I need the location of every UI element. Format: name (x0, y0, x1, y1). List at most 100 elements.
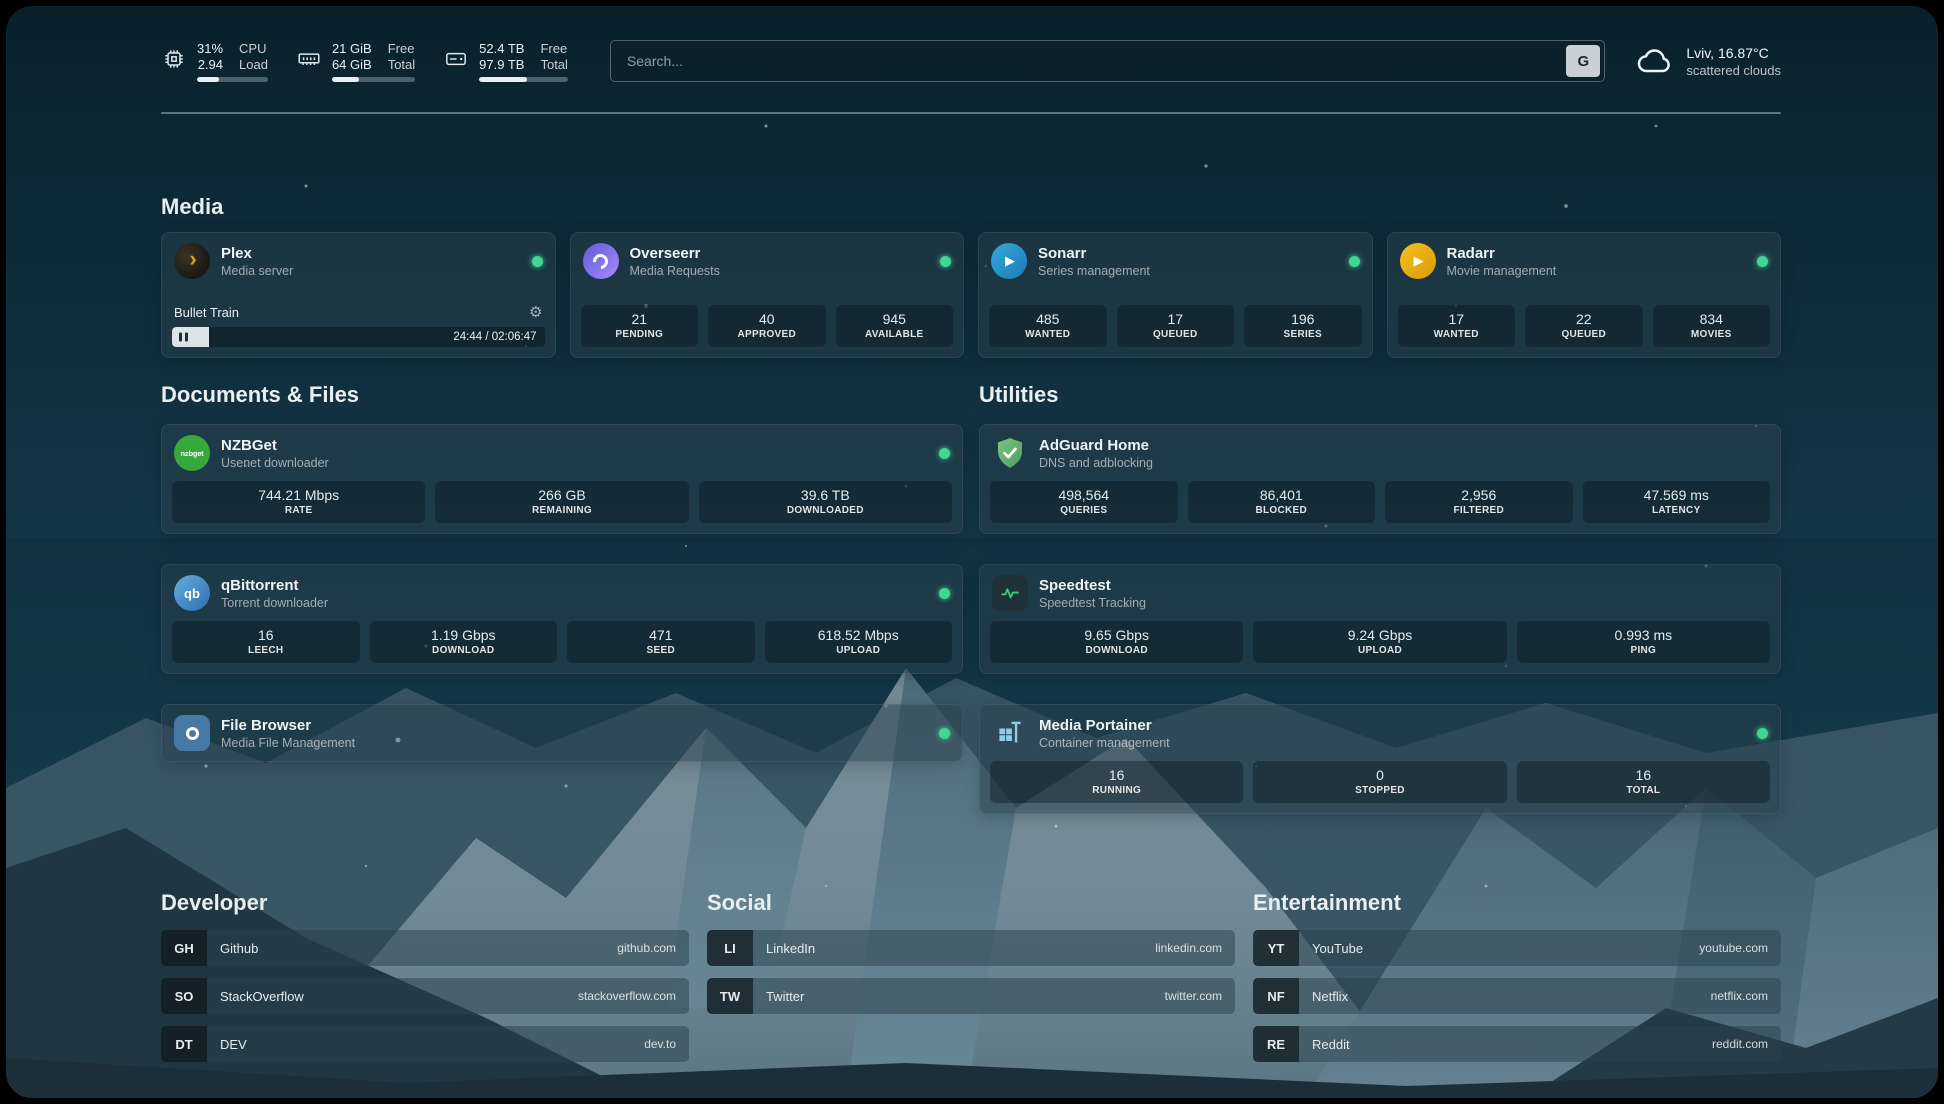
stat-box: 471 SEED (567, 621, 755, 663)
stat-row: 9.65 GbpsDOWNLOAD9.24 GbpsUPLOAD0.993 ms… (990, 621, 1770, 663)
stat-label: AVAILABLE (840, 329, 950, 340)
bookmark-stackoverflow[interactable]: SOStackOverflowstackoverflow.com (161, 978, 689, 1014)
bookmark-reddit[interactable]: RERedditreddit.com (1253, 1026, 1781, 1062)
resource-label: Load (239, 57, 268, 72)
stat-box: 498,564QUERIES (990, 481, 1178, 523)
service-card-nzbget[interactable]: nzbgetNZBGetUsenet downloader744.21 Mbps… (161, 424, 963, 534)
cpu-icon (161, 41, 187, 72)
settings-gear-icon[interactable]: ⚙ (529, 305, 542, 320)
documents-files-cards: nzbgetNZBGetUsenet downloader744.21 Mbps… (161, 424, 963, 762)
search-provider-button[interactable]: G (1566, 45, 1600, 77)
stat-box: 17QUEUED (1117, 305, 1235, 347)
service-subtitle: Speedtest Tracking (1039, 596, 1146, 610)
memory-icon (296, 41, 322, 72)
section-title-media: Media (161, 194, 1781, 220)
dashboard-content: 31%CPU2.94Load21 GiBFree64 GiBTotal52.4 … (161, 6, 1781, 1062)
utilities-cards: AdGuard HomeDNS and adblocking498,564QUE… (979, 424, 1781, 814)
bookmark-url: stackoverflow.com (578, 989, 676, 1003)
stat-label: DOWNLOAD (374, 645, 554, 656)
stat-box: 21PENDING (581, 305, 699, 347)
service-card-overseerr[interactable]: OverseerrMedia Requests21PENDING40APPROV… (570, 232, 965, 358)
service-card-file-browser[interactable]: File BrowserMedia File Management (161, 704, 963, 762)
stat-value: 618.52 Mbps (769, 627, 949, 643)
stat-row: 21PENDING40APPROVED945AVAILABLE (581, 305, 954, 347)
portainer-icon (992, 715, 1028, 751)
service-card-titles: qBittorrentTorrent downloader (221, 576, 328, 610)
service-card-qbittorrent[interactable]: qbqBittorrentTorrent downloader16LEECH1.… (161, 564, 963, 674)
stat-label: UPLOAD (769, 645, 949, 656)
bookmark-name: Reddit (1312, 1037, 1350, 1052)
stat-row: 744.21 MbpsRATE266 GBREMAINING39.6 TBDOW… (172, 481, 952, 523)
bookmark-youtube[interactable]: YTYouTubeyoutube.com (1253, 930, 1781, 966)
stat-label: REMAINING (439, 505, 684, 516)
status-online-dot (1757, 256, 1768, 267)
stat-value: 266 GB (439, 487, 684, 503)
stat-label: PENDING (585, 329, 695, 340)
stat-box: 22QUEUED (1525, 305, 1643, 347)
stat-value: 22 (1529, 311, 1639, 327)
bookmark-netflix[interactable]: NFNetflixnetflix.com (1253, 978, 1781, 1014)
service-card-adguard-home[interactable]: AdGuard HomeDNS and adblocking498,564QUE… (979, 424, 1781, 534)
resource-value: 31% (197, 41, 223, 56)
service-card-media-portainer[interactable]: Media PortainerContainer management16RUN… (979, 704, 1781, 814)
stat-box: 744.21 MbpsRATE (172, 481, 425, 523)
service-card-radarr[interactable]: ▶RadarrMovie management17WANTED22QUEUED8… (1387, 232, 1782, 358)
service-subtitle: DNS and adblocking (1039, 456, 1153, 470)
bookmark-github[interactable]: GHGithubgithub.com (161, 930, 689, 966)
bookmark-name: DEV (220, 1037, 247, 1052)
weather-text: Lviv, 16.87°C scattered clouds (1686, 45, 1781, 78)
stat-value: 485 (993, 311, 1103, 327)
stat-label: QUEUED (1121, 329, 1231, 340)
service-card-sonarr[interactable]: ▶SonarrSeries management485WANTED17QUEUE… (978, 232, 1373, 358)
stat-value: 945 (840, 311, 950, 327)
bookmark-dev[interactable]: DTDEVdev.to (161, 1026, 689, 1062)
search-bar: G (610, 40, 1605, 82)
service-card-header: OverseerrMedia Requests (571, 233, 964, 289)
service-subtitle: Container management (1039, 736, 1170, 750)
stat-box: 16TOTAL (1517, 761, 1770, 803)
stat-label: UPLOAD (1257, 645, 1502, 656)
section-title-utilities: Utilities (979, 382, 1781, 408)
stat-value: 86,401 (1192, 487, 1372, 503)
overseerr-icon (583, 243, 619, 279)
stat-value: 39.6 TB (703, 487, 948, 503)
stat-label: LEECH (176, 645, 356, 656)
stat-value: 9.65 Gbps (994, 627, 1239, 643)
stat-value: 498,564 (994, 487, 1174, 503)
stat-value: 834 (1657, 311, 1767, 327)
topbar-divider (161, 112, 1781, 114)
search-input[interactable] (610, 40, 1605, 82)
stat-value: 0.993 ms (1521, 627, 1766, 643)
stat-value: 2,956 (1389, 487, 1569, 503)
service-subtitle: Media File Management (221, 736, 355, 750)
bookmark-twitter[interactable]: TWTwittertwitter.com (707, 978, 1235, 1014)
resource-usage-fill (197, 77, 219, 82)
resource-value: 97.9 TB (479, 57, 524, 72)
bookmark-linkedin[interactable]: LILinkedInlinkedin.com (707, 930, 1235, 966)
middle-sections: Documents & Files nzbgetNZBGetUsenet dow… (161, 382, 1781, 814)
service-title: Media Portainer (1039, 716, 1170, 736)
bookmark-rows: LILinkedInlinkedin.com TWTwittertwitter.c… (707, 930, 1235, 1014)
stat-label: PING (1521, 645, 1766, 656)
service-card-speedtest[interactable]: SpeedtestSpeedtest Tracking9.65 GbpsDOWN… (979, 564, 1781, 674)
service-card-plex[interactable]: ›PlexMedia serverBullet Train⚙24:44 / 02… (161, 232, 556, 358)
bookmark-group-title: Developer (161, 890, 689, 916)
status-online-dot (939, 728, 950, 739)
stat-label: SEED (571, 645, 751, 656)
service-subtitle: Media server (221, 264, 293, 278)
stat-value: 471 (571, 627, 751, 643)
service-card-header: File BrowserMedia File Management (162, 705, 962, 761)
stat-box: 9.65 GbpsDOWNLOAD (990, 621, 1243, 663)
service-title: qBittorrent (221, 576, 328, 596)
playback-progress-bar[interactable]: 24:44 / 02:06:47 (172, 327, 545, 347)
playback-progress-fill (172, 327, 209, 347)
resource-widget: 21 GiBFree64 GiBTotal (296, 41, 415, 82)
service-card-header: nzbgetNZBGetUsenet downloader (162, 425, 962, 481)
resource-values: 31%CPU2.94Load (197, 41, 268, 82)
bookmark-abbr: SO (161, 978, 207, 1014)
pause-icon[interactable] (179, 333, 188, 342)
status-online-dot (940, 256, 951, 267)
stat-box: 17WANTED (1398, 305, 1516, 347)
radarr-icon: ▶ (1400, 243, 1436, 279)
stat-box: 16LEECH (172, 621, 360, 663)
